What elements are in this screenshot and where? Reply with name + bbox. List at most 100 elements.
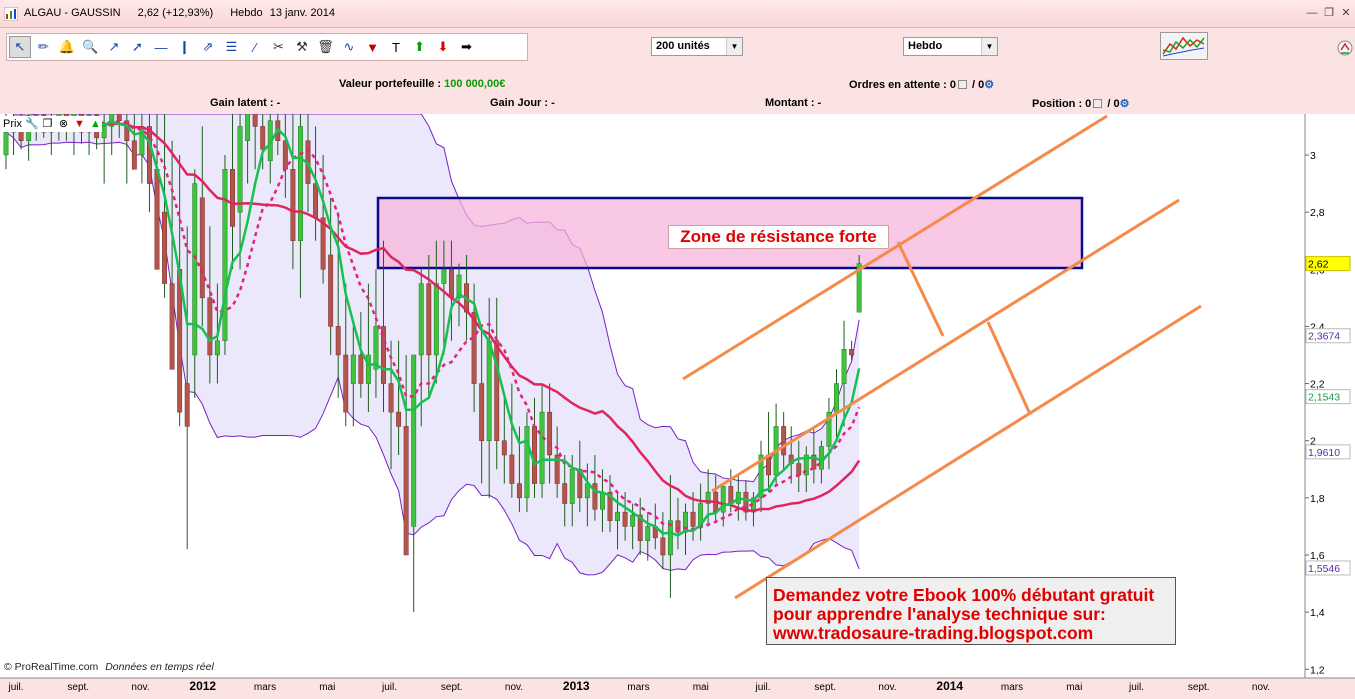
candle-body: [532, 426, 537, 484]
candle-body: [335, 326, 341, 356]
price-panel-label: Prix: [3, 118, 22, 130]
value-tag-label: 1,9610: [1308, 447, 1340, 459]
zigzag-icon[interactable]: ∿: [338, 36, 360, 58]
candle-body: [449, 269, 454, 299]
portfolio-value-amount: 100 000,00€: [444, 78, 506, 90]
candle-body: [199, 197, 205, 299]
x-tick-label: sept.: [1188, 682, 1210, 693]
fan-icon[interactable]: ▼: [362, 36, 384, 58]
sell-arrow-icon[interactable]: ⬇: [432, 36, 454, 58]
windows-icon[interactable]: ❐: [41, 118, 54, 131]
alarm-bell-icon[interactable]: 🔔: [56, 36, 78, 58]
candle-body: [313, 183, 319, 219]
cursor-icon[interactable]: ↖: [9, 36, 31, 58]
vertical-line-icon[interactable]: ❙: [174, 36, 196, 58]
position-label: Position : 0: [1032, 98, 1092, 110]
candle-body: [547, 411, 553, 456]
buy-arrow-icon[interactable]: ⬆: [409, 36, 431, 58]
pending-close-icon[interactable]: [957, 80, 967, 89]
wrench-icon[interactable]: ⚒: [291, 36, 313, 58]
candle-body: [433, 283, 439, 356]
chart-area[interactable]: 1,21,41,61,822,22,42,62,832,622,36742,15…: [0, 114, 1355, 699]
candle-body: [328, 254, 334, 327]
x-tick-label: mars: [254, 682, 276, 693]
value-tag-label: 2,3674: [1308, 331, 1340, 343]
y-tick-label: 1,4: [1310, 607, 1325, 619]
x-tick-label: sept.: [441, 682, 463, 693]
day-gain: Gain Jour : -: [490, 97, 555, 109]
latent-gain: Gain latent : -: [210, 97, 281, 109]
indicators-icon[interactable]: [1160, 32, 1208, 60]
scissors-icon[interactable]: ✂: [268, 36, 290, 58]
candle-body: [350, 354, 356, 384]
candle-body: [509, 454, 515, 484]
x-tick-label: 2012: [189, 679, 216, 693]
x-tick-label: juil.: [7, 682, 23, 693]
move-up-icon[interactable]: ▲: [89, 118, 102, 131]
candle-body: [841, 349, 847, 384]
y-tick-label: 3: [1310, 150, 1316, 162]
footer-note: Données en temps réel: [105, 661, 214, 673]
candle-body: [298, 126, 303, 241]
candle-body: [516, 483, 522, 499]
title-bar: ALGAU - GAUSSIN 2,62 (+12,93%) Hebdo 13 …: [0, 0, 1355, 28]
x-tick-label: nov.: [878, 682, 896, 693]
right-arrow-icon[interactable]: ➡: [456, 36, 478, 58]
portfolio-value: Valeur portefeuille : 100 000,00€: [339, 78, 505, 90]
candle-body: [645, 526, 651, 541]
close-icon[interactable]: ✕: [1339, 6, 1353, 20]
ruler-icon[interactable]: ✏: [33, 36, 55, 58]
position-close-icon[interactable]: [1093, 99, 1103, 108]
text-icon[interactable]: T: [385, 36, 407, 58]
value-tag-label: 1,5546: [1308, 563, 1340, 575]
pending-gear-icon[interactable]: ⚙: [984, 79, 994, 91]
position: Position : 0 / 0⚙: [1032, 97, 1129, 110]
position-gear-icon[interactable]: ⚙: [1120, 98, 1130, 110]
candle-body: [192, 183, 198, 356]
candle-body: [403, 426, 409, 556]
segment-icon[interactable]: ↗: [103, 36, 125, 58]
amount: Montant : -: [765, 97, 822, 109]
window-title: ALGAU - GAUSSIN 2,62 (+12,93%) Hebdo 13 …: [24, 7, 349, 19]
period-select[interactable]: Hebdo ▼: [903, 37, 998, 56]
minimize-icon[interactable]: —: [1305, 6, 1319, 20]
candle-body: [169, 283, 175, 370]
candle-body: [479, 383, 485, 441]
wrench-icon[interactable]: 🔧: [25, 118, 39, 131]
horizontal-line-icon[interactable]: —: [150, 36, 172, 58]
price-panel-header: Prix 🔧 ❐ ⊗ ▼ ▲: [3, 116, 102, 132]
candle-body: [569, 469, 575, 504]
parallel-lines-icon[interactable]: ∕: [244, 36, 266, 58]
x-tick-label: mai: [1066, 682, 1082, 693]
candle-body: [796, 463, 802, 476]
candle-body: [396, 411, 402, 427]
candle-body: [282, 140, 288, 170]
trading-icon[interactable]: [1337, 36, 1353, 60]
x-tick-label: mai: [693, 682, 709, 693]
footer-source: © ProRealTime.com: [4, 661, 99, 673]
fibonacci-icon[interactable]: ☰: [221, 36, 243, 58]
candle-body: [373, 326, 379, 370]
period-label: Hebdo: [230, 7, 263, 19]
candle-body: [486, 340, 492, 441]
candle-body: [501, 440, 507, 456]
move-down-icon[interactable]: ▼: [73, 118, 86, 131]
candle-body: [418, 283, 424, 356]
channel-icon[interactable]: ⇗: [197, 36, 219, 58]
candle-body: [230, 169, 235, 227]
zoom-icon[interactable]: 🔍: [80, 36, 102, 58]
y-tick-label: 1,8: [1310, 493, 1325, 505]
candle-body: [630, 514, 636, 527]
candle-body: [358, 354, 364, 384]
trash-icon[interactable]: 🗑: [315, 36, 337, 58]
restore-icon[interactable]: ❐: [1322, 6, 1336, 20]
chevron-down-icon: ▼: [726, 38, 742, 55]
candle-body: [343, 354, 349, 413]
close-circle-icon[interactable]: ⊗: [57, 118, 70, 131]
units-select[interactable]: 200 unités ▼: [651, 37, 743, 56]
line-icon[interactable]: ➚: [127, 36, 149, 58]
x-tick-label: juil.: [381, 682, 397, 693]
x-tick-label: nov.: [1252, 682, 1270, 693]
candle-body: [116, 114, 122, 121]
candle-body: [237, 126, 243, 213]
